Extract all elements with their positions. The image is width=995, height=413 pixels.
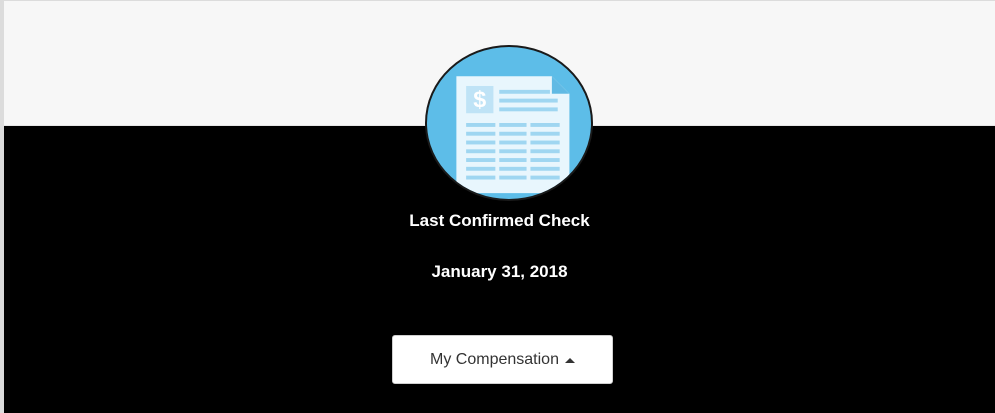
my-compensation-label: My Compensation — [430, 350, 559, 368]
check-document-icon: $ — [425, 45, 593, 201]
my-compensation-button[interactable]: My Compensation — [392, 335, 613, 384]
last-check-card: $ Last Confirmed Check January 31, 2018 … — [0, 0, 995, 413]
svg-text:$: $ — [473, 86, 486, 112]
card-title: Last Confirmed Check — [409, 211, 590, 230]
check-date: January 31, 2018 — [431, 262, 568, 281]
caret-up-icon — [564, 357, 575, 363]
